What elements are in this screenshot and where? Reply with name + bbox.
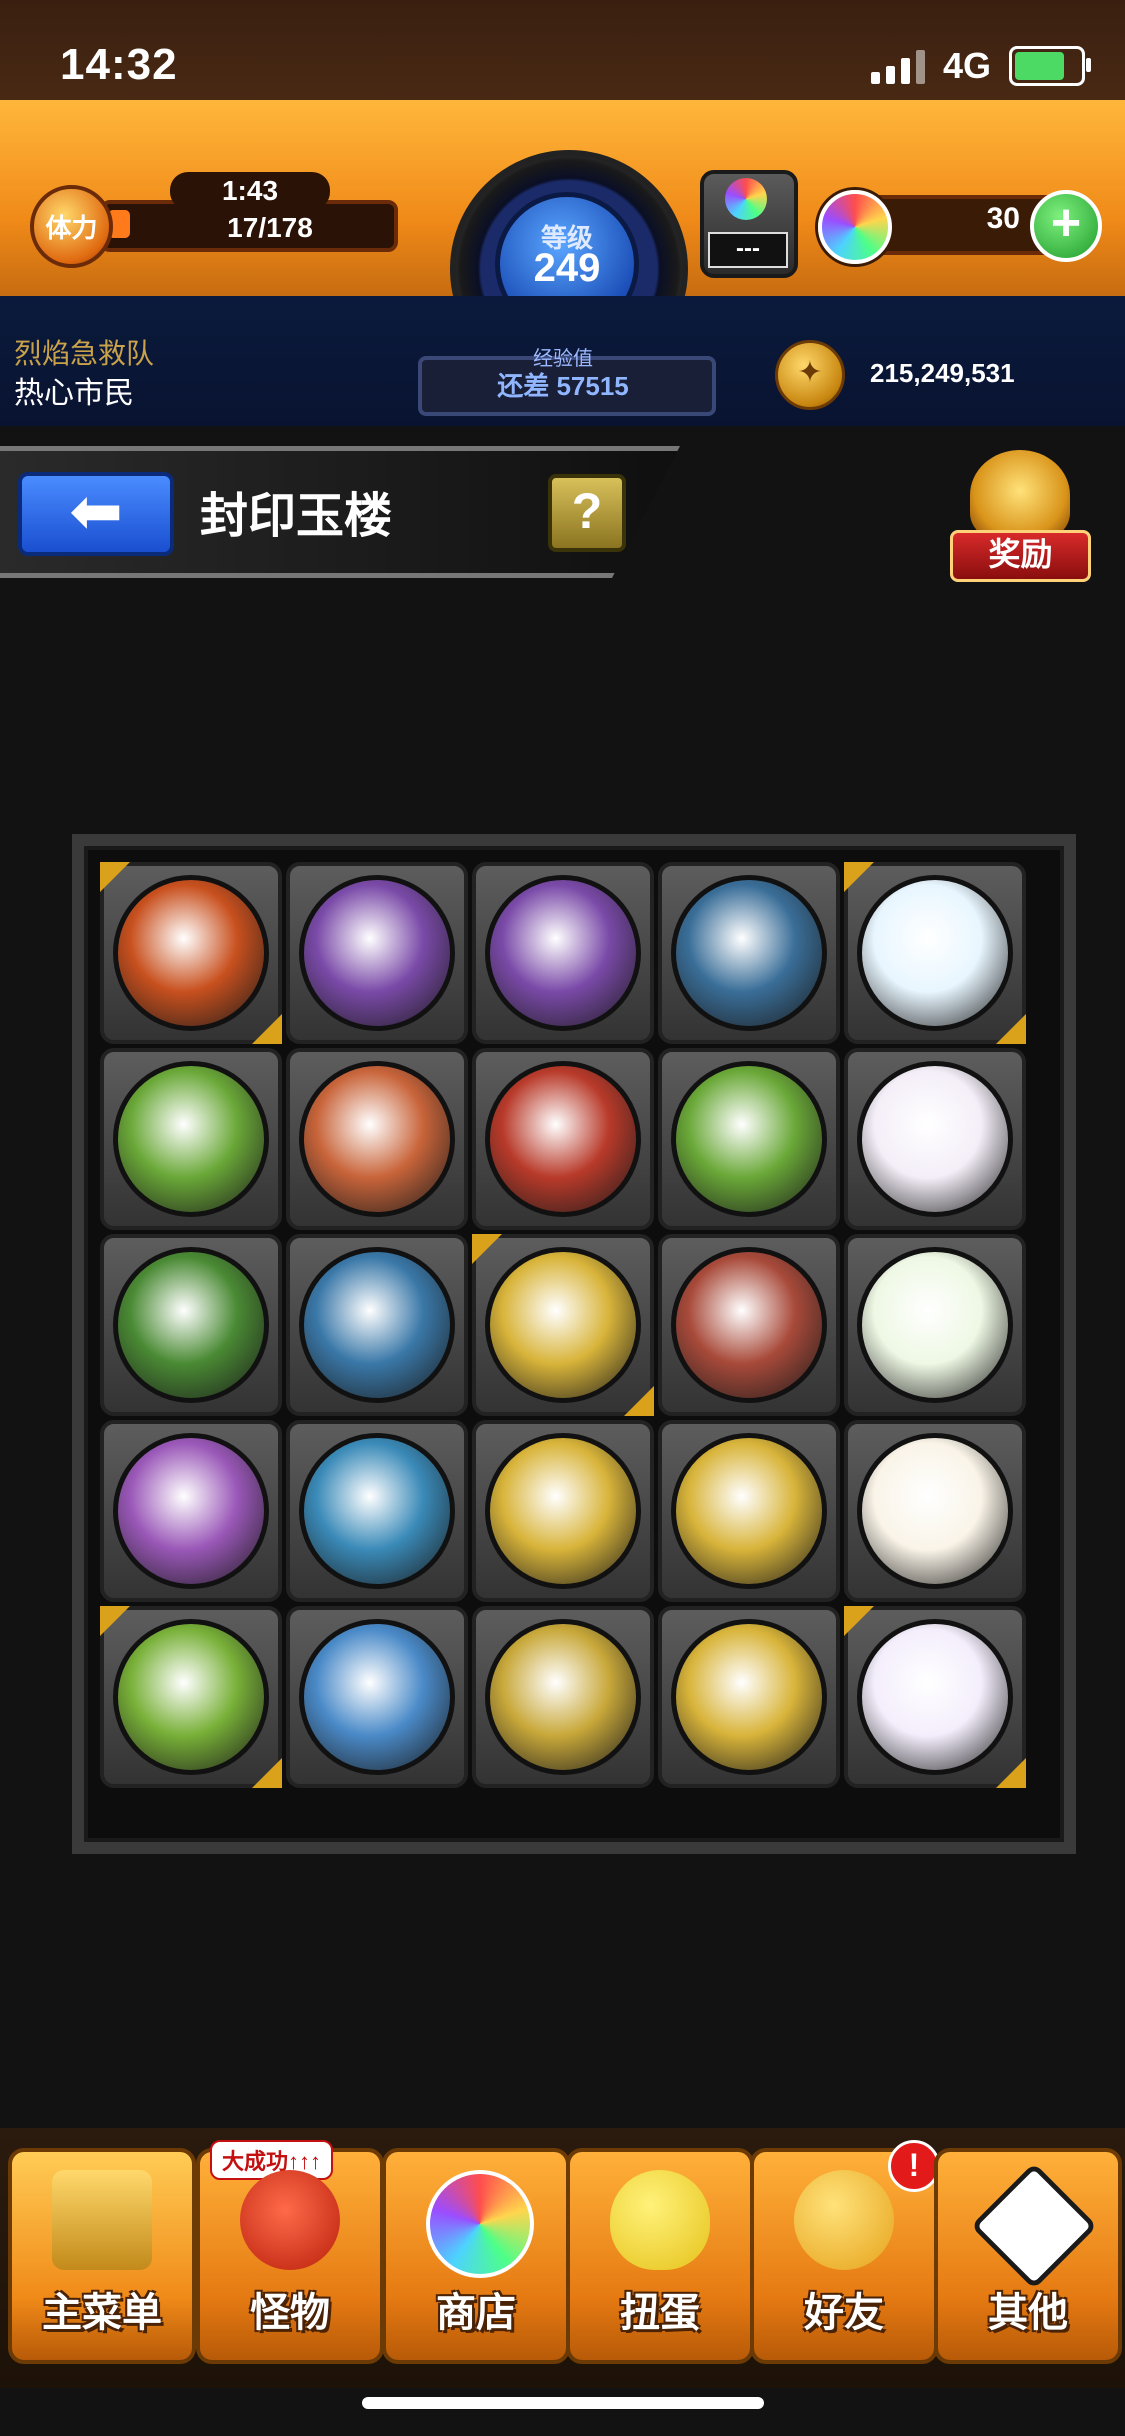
monster-tile[interactable] (472, 1234, 654, 1416)
monster-tile[interactable] (472, 862, 654, 1044)
help-button[interactable]: ? (548, 474, 626, 552)
nav-monster[interactable]: 大成功↑↑↑ 怪物 (196, 2140, 384, 2364)
monster-portrait (671, 1433, 827, 1589)
monster-portrait (485, 1247, 641, 1403)
monster-portrait (299, 1433, 455, 1589)
monster-tile[interactable] (844, 862, 1026, 1044)
stamina-value: 17/178 (227, 212, 313, 243)
status-time: 14:32 (60, 40, 178, 89)
monster-tile[interactable] (286, 1234, 468, 1416)
monster-portrait (671, 1247, 827, 1403)
monster-tile[interactable] (100, 1048, 282, 1230)
page-title: 封印玉楼 (200, 490, 393, 543)
nav-shop[interactable]: 商店 (382, 2148, 570, 2364)
nav-gacha[interactable]: 扭蛋 (566, 2148, 754, 2364)
gem-box-value: --- (708, 232, 788, 268)
monster-portrait (485, 1433, 641, 1589)
monster-portrait (671, 875, 827, 1031)
nav-home-label: 主菜单 (42, 2291, 162, 2335)
monster-tile[interactable] (100, 1606, 282, 1788)
monster-portrait (671, 1619, 827, 1775)
monster-tile[interactable] (286, 862, 468, 1044)
coin-icon: ✦ (775, 340, 845, 410)
orb-count: 30 (986, 202, 1020, 235)
monster-portrait (299, 875, 455, 1031)
monster-portrait (113, 1433, 269, 1589)
monster-tile[interactable] (844, 1234, 1026, 1416)
monster-portrait (857, 1619, 1013, 1775)
reward-label: 奖励 (950, 530, 1091, 582)
castle-gate-icon (52, 2170, 152, 2270)
dragon-head-icon (970, 450, 1070, 540)
monster-portrait (485, 1061, 641, 1217)
back-button[interactable]: ⬅ (18, 472, 174, 556)
network-type: 4G (942, 45, 991, 86)
monster-tile[interactable] (472, 1048, 654, 1230)
monster-portrait (113, 1247, 269, 1403)
monster-portrait (299, 1247, 455, 1403)
monster-portrait (857, 1061, 1013, 1217)
battery-icon (1009, 46, 1091, 86)
monster-portrait (113, 875, 269, 1031)
coin-value: 215,249,531 (870, 358, 1015, 388)
nav-home[interactable]: 主菜单 (8, 2148, 196, 2364)
monster-tile[interactable] (658, 1420, 840, 1602)
monster-portrait (113, 1619, 269, 1775)
monster-portrait (299, 1061, 455, 1217)
monster-icon (240, 2170, 340, 2270)
monster-tile[interactable] (100, 1420, 282, 1602)
nav-other-label: 其他 (988, 2291, 1068, 2335)
nav-monster-label: 怪物 (250, 2291, 330, 2335)
monster-tile[interactable] (472, 1420, 654, 1602)
monster-tile[interactable] (844, 1420, 1026, 1602)
status-indicators: 4G (870, 45, 1091, 87)
balloons-icon (794, 2170, 894, 2270)
level-value: 249 (533, 246, 601, 290)
rainbow-orb-icon (426, 2170, 534, 2278)
nav-friends-label: 好友 (804, 2291, 884, 2335)
monster-tile[interactable] (844, 1048, 1026, 1230)
monster-tile[interactable] (100, 1234, 282, 1416)
monster-tile[interactable] (286, 1420, 468, 1602)
monster-tile[interactable] (100, 862, 282, 1044)
monster-tile[interactable] (658, 1606, 840, 1788)
monster-portrait (857, 1247, 1013, 1403)
monster-tile[interactable] (286, 1606, 468, 1788)
exp-value: 还差 57515 (497, 371, 629, 401)
monster-portrait (113, 1061, 269, 1217)
stamina-icon: 体力 (30, 185, 113, 268)
rainbow-orb-icon (818, 190, 892, 264)
monster-portrait (299, 1619, 455, 1775)
egg-icon (610, 2170, 710, 2270)
team-name: 烈焰急救队 (14, 338, 155, 369)
home-indicator (362, 2397, 764, 2409)
monster-tile[interactable] (286, 1048, 468, 1230)
monster-tile[interactable] (658, 862, 840, 1044)
monster-tile[interactable] (658, 1048, 840, 1230)
nav-shop-label: 商店 (436, 2291, 516, 2335)
diamond-box-icon (970, 2162, 1098, 2290)
nav-friends[interactable]: ! 好友 (750, 2140, 940, 2364)
monster-grid (100, 862, 1030, 1802)
gem-icon (725, 178, 767, 220)
monster-portrait (485, 1619, 641, 1775)
monster-tile[interactable] (844, 1606, 1026, 1788)
monster-tile[interactable] (658, 1234, 840, 1416)
monster-tile[interactable] (472, 1606, 654, 1788)
monster-portrait (857, 875, 1013, 1031)
friends-alert-badge: ! (888, 2140, 940, 2192)
monster-portrait (671, 1061, 827, 1217)
monster-portrait (857, 1433, 1013, 1589)
stamina-timer: 1:43 (170, 172, 330, 210)
signal-icon (870, 48, 925, 84)
nav-other[interactable]: 其他 (934, 2148, 1122, 2364)
nav-gacha-label: 扭蛋 (620, 2291, 700, 2335)
monster-portrait (485, 875, 641, 1031)
add-orb-button[interactable]: + (1030, 190, 1102, 262)
user-title: 热心市民 (14, 377, 134, 410)
